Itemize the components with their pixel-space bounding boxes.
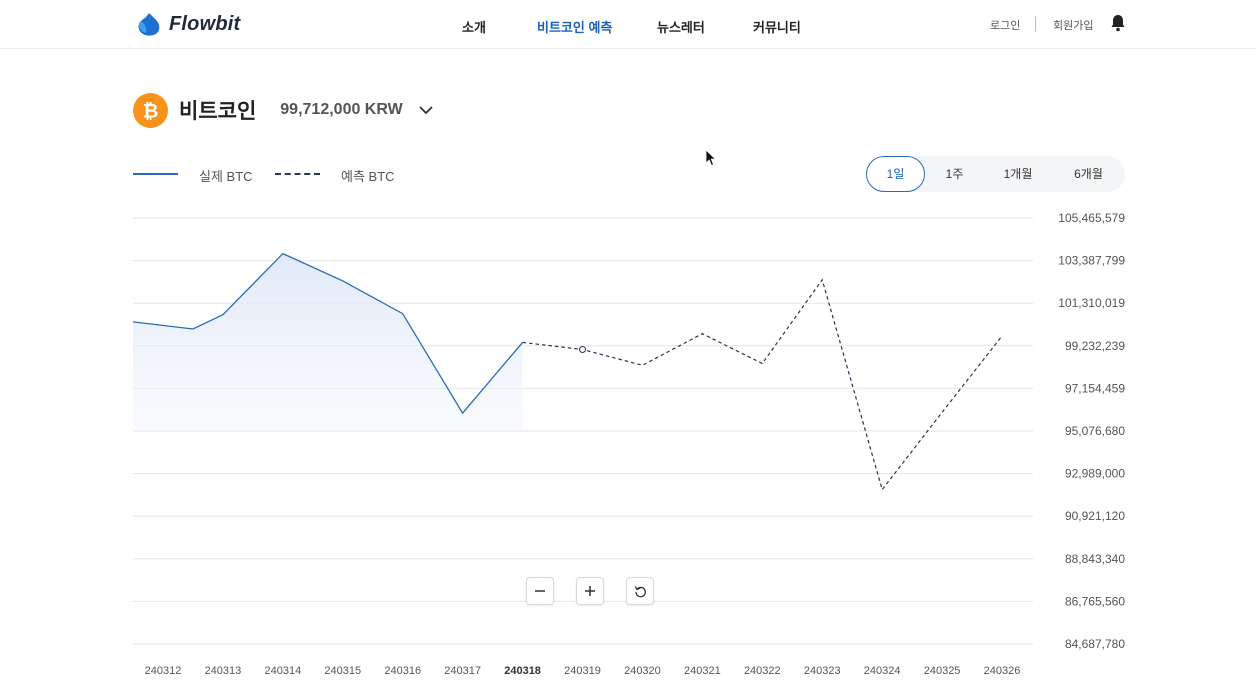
y-tick-label: 103,387,799 (1058, 254, 1125, 268)
x-tick-label: 240326 (984, 665, 1021, 677)
x-tick-label: 240316 (384, 665, 421, 677)
y-tick-label: 105,465,579 (1058, 211, 1125, 225)
reset-zoom-button[interactable] (626, 577, 654, 605)
actual-area-fill (133, 253, 523, 430)
mouse-cursor-icon (705, 149, 717, 167)
y-tick-label: 101,310,019 (1058, 296, 1125, 310)
x-tick-label: 240318 (504, 665, 541, 677)
minus-icon (535, 590, 545, 592)
y-tick-label: 92,989,000 (1065, 467, 1125, 481)
x-tick-label: 240324 (864, 665, 901, 677)
y-tick-label: 84,687,780 (1065, 637, 1125, 651)
x-tick-label: 240313 (205, 665, 242, 677)
x-tick-label: 240315 (324, 665, 361, 677)
predicted-point-marker (579, 346, 587, 354)
x-tick-label: 240322 (744, 665, 781, 677)
y-tick-label: 86,765,560 (1065, 594, 1125, 608)
y-tick-label: 99,232,239 (1065, 339, 1125, 353)
y-tick-label: 95,076,680 (1065, 424, 1125, 438)
x-tick-label: 240321 (684, 665, 721, 677)
x-tick-label: 240319 (564, 665, 601, 677)
reset-icon (634, 585, 646, 597)
predicted-btc-line (522, 278, 1003, 491)
x-tick-label: 240320 (624, 665, 661, 677)
x-tick-label: 240317 (444, 665, 481, 677)
plus-icon (585, 586, 595, 596)
zoom-in-button[interactable] (576, 577, 604, 605)
x-tick-label: 240314 (265, 665, 302, 677)
y-tick-label: 90,921,120 (1065, 509, 1125, 523)
x-tick-label: 240312 (145, 665, 182, 677)
y-tick-label: 97,154,459 (1065, 381, 1125, 395)
zoom-out-button[interactable] (526, 577, 554, 605)
x-tick-label: 240325 (924, 665, 961, 677)
y-tick-label: 88,843,340 (1065, 552, 1125, 566)
x-tick-label: 240323 (804, 665, 841, 677)
